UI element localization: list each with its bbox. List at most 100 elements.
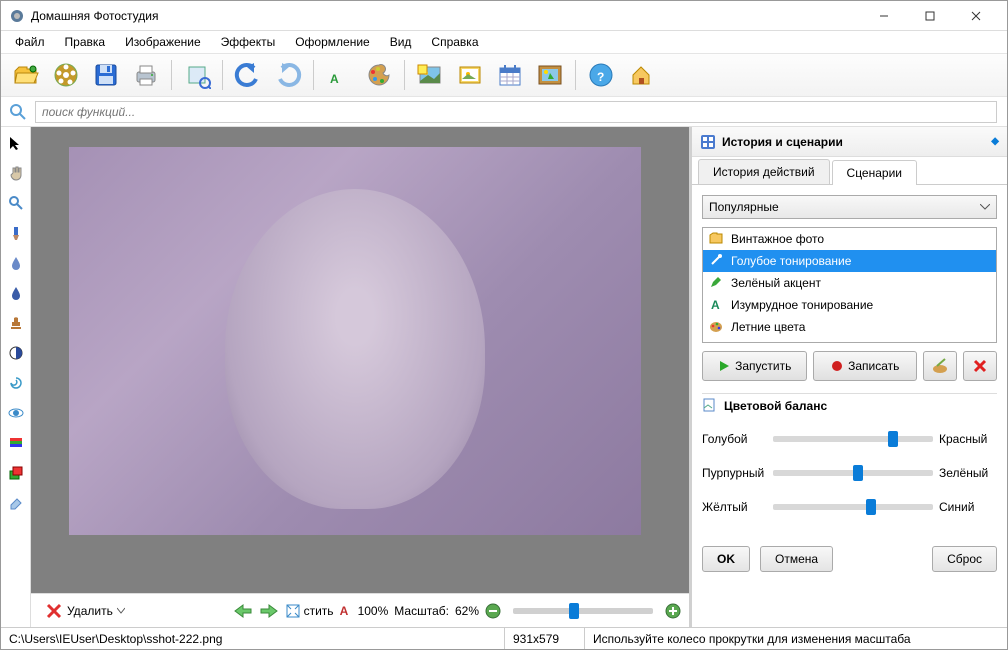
wand-icon [709, 253, 725, 269]
home-button[interactable] [622, 57, 660, 93]
swirl-tool[interactable] [6, 373, 26, 393]
scenario-green[interactable]: Зелёный акцент [703, 272, 996, 294]
colorbar-tool[interactable] [6, 433, 26, 453]
panel-title: История и сценарии [722, 135, 843, 149]
image1-button[interactable] [411, 57, 449, 93]
save-button[interactable] [87, 57, 125, 93]
bottom-actions: Удалить стить A 100% Масштаб: 62% [31, 593, 689, 627]
palette-button[interactable] [360, 57, 398, 93]
zoom-100-button[interactable]: A 100% [340, 604, 389, 618]
panel-header: История и сценарии ◆ [692, 127, 1007, 157]
delete-button[interactable]: Удалить [39, 600, 131, 622]
calendar-button[interactable] [491, 57, 529, 93]
undo-button[interactable] [229, 57, 267, 93]
drop1-tool[interactable] [6, 253, 26, 273]
search-icon[interactable] [7, 101, 29, 123]
folder-icon [709, 231, 725, 247]
canvas-viewport[interactable] [31, 127, 689, 593]
scenario-blue[interactable]: Голубое тонирование [703, 250, 996, 272]
run-button[interactable]: Запустить [702, 351, 807, 381]
stamp-tool[interactable] [6, 313, 26, 333]
canvas-area: Удалить стить A 100% Масштаб: 62% [31, 127, 689, 627]
eye-tool[interactable] [6, 403, 26, 423]
eraser-tool[interactable] [6, 493, 26, 513]
scenario-vintage[interactable]: Винтажное фото [703, 228, 996, 250]
chevron-down-icon [117, 607, 125, 615]
text-button[interactable]: A [320, 57, 358, 93]
minimize-button[interactable] [861, 2, 907, 30]
run-label: Запустить [735, 359, 791, 373]
pencil-icon [709, 275, 725, 291]
x-icon [972, 358, 988, 374]
maximize-button[interactable] [907, 2, 953, 30]
menu-file[interactable]: Файл [5, 33, 55, 51]
brush-tool[interactable] [6, 223, 26, 243]
scenario-list[interactable]: Винтажное фото Голубое тонирование Зелён… [702, 227, 997, 343]
menu-effects[interactable]: Эффекты [211, 33, 286, 51]
tab-history[interactable]: История действий [698, 159, 830, 184]
fit-button[interactable]: стить [285, 603, 334, 619]
print-button[interactable] [127, 57, 165, 93]
panel-tabs: История действий Сценарии [692, 157, 1007, 185]
help-button[interactable]: ? [582, 57, 620, 93]
red-label: Красный [939, 432, 997, 446]
next-button[interactable] [259, 603, 279, 619]
panel-icon [700, 134, 716, 150]
tab-scenarios[interactable]: Сценарии [832, 160, 917, 185]
layers-tool[interactable] [6, 463, 26, 483]
menu-view[interactable]: Вид [380, 33, 422, 51]
zoom-out-button[interactable] [485, 603, 501, 619]
film-button[interactable] [47, 57, 85, 93]
cancel-button[interactable]: Отмена [760, 546, 833, 572]
scenario-emerald[interactable]: A Изумрудное тонирование [703, 294, 996, 316]
status-hint: Используйте колесо прокрутки для изменен… [585, 628, 1007, 649]
menu-image[interactable]: Изображение [115, 33, 211, 51]
cyan-label: Голубой [702, 432, 767, 446]
magenta-green-slider[interactable] [773, 470, 933, 476]
menu-design[interactable]: Оформление [285, 33, 379, 51]
search-bar [1, 97, 1007, 127]
zoom-tool[interactable] [6, 193, 26, 213]
yellow-label: Жёлтый [702, 500, 767, 514]
image2-button[interactable] [451, 57, 489, 93]
frame-button[interactable] [531, 57, 569, 93]
ok-button[interactable]: OK [702, 546, 750, 572]
statusbar: C:\Users\IEUser\Desktop\sshot-222.png 93… [1, 627, 1007, 649]
scenario-summer[interactable]: Летние цвета [703, 316, 996, 338]
category-combo[interactable]: Популярные [702, 195, 997, 219]
svg-text:?: ? [597, 70, 604, 84]
menubar: Файл Правка Изображение Эффекты Оформлен… [1, 31, 1007, 53]
menu-help[interactable]: Справка [421, 33, 488, 51]
contrast-tool[interactable] [6, 343, 26, 363]
scenario-label: Голубое тонирование [731, 254, 851, 268]
edit-scenario-button[interactable] [923, 351, 957, 381]
right-panel: История и сценарии ◆ История действий Сц… [689, 127, 1007, 627]
drop2-tool[interactable] [6, 283, 26, 303]
arrow-tool[interactable] [6, 133, 26, 153]
zoom-in-button[interactable] [665, 603, 681, 619]
letter-a-icon: A [709, 297, 725, 313]
hand-tool[interactable] [6, 163, 26, 183]
cyan-red-slider[interactable] [773, 436, 933, 442]
svg-text:A: A [711, 298, 720, 311]
prev-button[interactable] [233, 603, 253, 619]
blue-label: Синий [939, 500, 997, 514]
zoom-slider[interactable] [513, 608, 653, 614]
page-icon [702, 398, 718, 414]
crop-button[interactable] [178, 57, 216, 93]
open-button[interactable] [7, 57, 45, 93]
yellow-blue-slider[interactable] [773, 504, 933, 510]
titlebar: Домашняя Фотостудия [1, 1, 1007, 31]
search-input[interactable] [35, 101, 997, 123]
delete-scenario-button[interactable] [963, 351, 997, 381]
green-label: Зелёный [939, 466, 997, 480]
close-button[interactable] [953, 2, 999, 30]
color-balance-title: Цветовой баланс [724, 399, 827, 413]
record-button[interactable]: Записать [813, 351, 918, 381]
svg-text:A: A [330, 72, 339, 86]
magenta-label: Пурпурный [702, 466, 767, 480]
collapse-icon[interactable]: ◆ [991, 136, 999, 147]
menu-edit[interactable]: Правка [55, 33, 116, 51]
redo-button[interactable] [269, 57, 307, 93]
reset-button[interactable]: Сброс [932, 546, 997, 572]
